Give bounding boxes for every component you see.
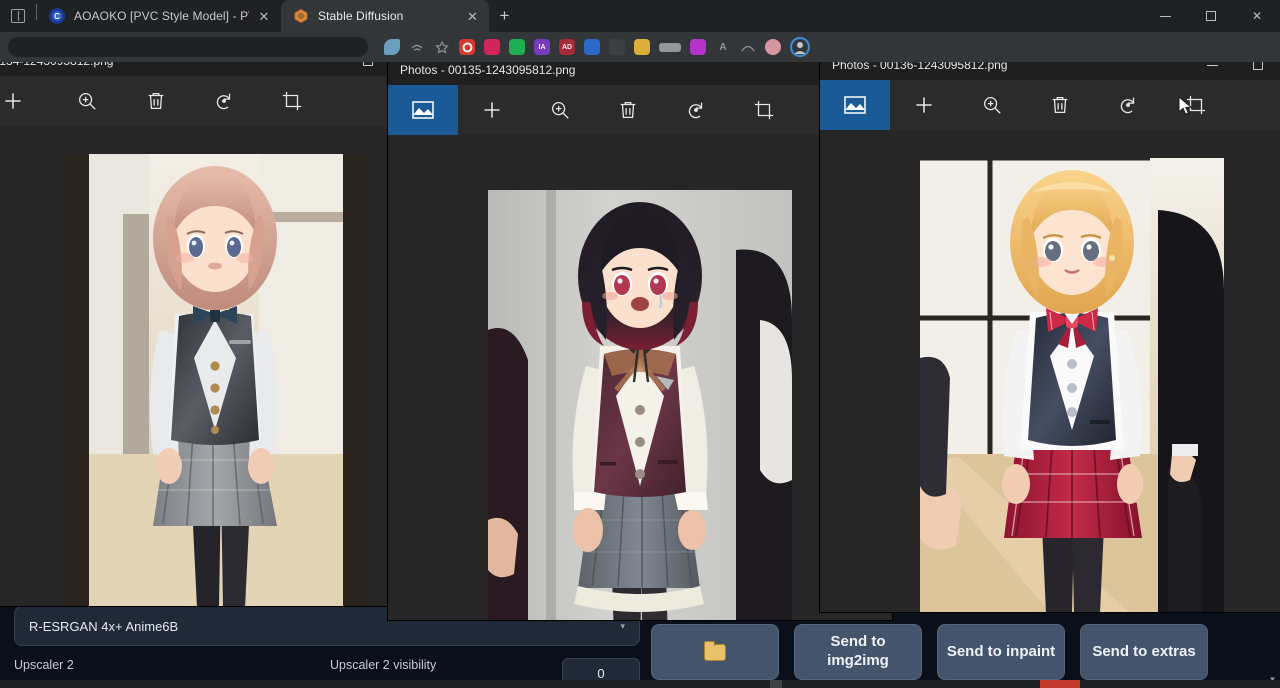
- folder-icon: [704, 644, 726, 661]
- extension-grey-icon[interactable]: [659, 43, 681, 52]
- send-to-extras-button[interactable]: Send to extras: [1080, 624, 1208, 680]
- zoom-in-icon[interactable]: [958, 80, 1026, 130]
- address-bar[interactable]: [8, 37, 368, 57]
- browser-window-controls: ✕: [1142, 0, 1280, 32]
- tab-aoaoko-label: AOAOKO [PVC Style Model] - PV: [74, 9, 249, 23]
- photos-window-1-toolbar: [0, 76, 390, 126]
- rotate-icon[interactable]: [190, 76, 258, 126]
- anime-girl-blonde-hair-image: [920, 158, 1224, 612]
- extension-blue-icon[interactable]: [584, 39, 600, 55]
- extension-crimson-icon[interactable]: AD: [559, 39, 575, 55]
- delete-icon[interactable]: [122, 76, 190, 126]
- image-collection-icon[interactable]: [820, 80, 890, 130]
- crop-icon[interactable]: [1162, 80, 1230, 130]
- delete-icon[interactable]: [594, 85, 662, 135]
- browser-chrome: C AOAOKO [PVC Style Model] - PV ✕ Stable…: [0, 0, 1280, 62]
- photos-window-3[interactable]: Photos - 00136-1243095812.png: [820, 50, 1280, 612]
- extension-red-circle-icon[interactable]: [459, 39, 475, 55]
- crop-icon[interactable]: [730, 85, 798, 135]
- tab-search-icon[interactable]: [0, 0, 36, 32]
- browser-toolbar: IA AD A: [0, 32, 1280, 62]
- extension-a-icon[interactable]: A: [715, 39, 731, 55]
- upscaler1-value: R-ESRGAN 4x+ Anime6B: [29, 619, 178, 634]
- photos-window-2-title: Photos - 00135-1243095812.png: [400, 63, 575, 77]
- add-icon[interactable]: [890, 80, 958, 130]
- add-icon[interactable]: [0, 76, 52, 126]
- rotate-icon[interactable]: [662, 85, 730, 135]
- copilot-favicon: C: [49, 8, 65, 24]
- browser-close-button[interactable]: ✕: [1234, 0, 1280, 32]
- anime-girl-black-hair-image: [488, 190, 792, 620]
- browser-minimize-button[interactable]: [1142, 0, 1188, 32]
- extensions-row: IA AD A: [384, 37, 810, 57]
- mouse-cursor-icon: [1178, 96, 1196, 116]
- tab-stable-diffusion[interactable]: Stable Diffusion ✕: [281, 0, 489, 32]
- extension-magenta-icon[interactable]: [690, 39, 706, 55]
- zoom-in-icon[interactable]: [526, 85, 594, 135]
- send-to-inpaint-button[interactable]: Send to inpaint: [937, 624, 1065, 680]
- extension-arc-icon[interactable]: [740, 39, 756, 55]
- taskbar-show-hidden-icon[interactable]: [770, 680, 782, 688]
- gradio-favicon: [293, 8, 309, 24]
- upscaler2-label: Upscaler 2: [14, 658, 330, 672]
- tab-close-icon[interactable]: ✕: [255, 7, 273, 25]
- zoom-in-icon[interactable]: [52, 76, 122, 126]
- anime-girl-pink-hair-image: [63, 154, 369, 606]
- tab-aoaoko[interactable]: C AOAOKO [PVC Style Model] - PV ✕: [37, 0, 281, 32]
- photos-window-3-canvas: [820, 130, 1280, 612]
- send-to-img2img-button[interactable]: Send to img2img: [794, 624, 922, 680]
- profile-avatar-icon[interactable]: [790, 37, 810, 57]
- extension-dark-icon[interactable]: [609, 39, 625, 55]
- photos-window-1[interactable]: 00134-1243095812.png: [0, 46, 390, 606]
- send-to-buttons-row: Send to img2img Send to inpaint Send to …: [651, 624, 1208, 680]
- add-icon[interactable]: [458, 85, 526, 135]
- image-collection-icon[interactable]: [388, 85, 458, 135]
- tabstrip: C AOAOKO [PVC Style Model] - PV ✕ Stable…: [0, 0, 1280, 32]
- screen: Upscaler 1 R-ESRGAN 4x+ Anime6B ▾ Upscal…: [0, 0, 1280, 688]
- open-folder-button[interactable]: [651, 624, 779, 680]
- extension-yellow-icon[interactable]: [634, 39, 650, 55]
- extension-pig-icon[interactable]: [765, 39, 781, 55]
- photos-window-1-canvas: [0, 126, 390, 606]
- extension-star-icon[interactable]: [434, 39, 450, 55]
- photos-window-2-toolbar: [388, 85, 892, 135]
- extension-pink-icon[interactable]: [484, 39, 500, 55]
- tab-stable-diffusion-label: Stable Diffusion: [318, 9, 403, 23]
- new-tab-button[interactable]: +: [489, 2, 519, 30]
- tab-close-icon[interactable]: ✕: [463, 7, 481, 25]
- extension-purple-icon[interactable]: IA: [534, 39, 550, 55]
- extension-pocket-icon[interactable]: [384, 39, 400, 55]
- photos-window-2-canvas: [388, 135, 892, 620]
- rotate-icon[interactable]: [1094, 80, 1162, 130]
- chevron-down-icon: ▾: [620, 621, 625, 632]
- photos-window-2[interactable]: Photos - 00135-1243095812.png: [388, 55, 892, 620]
- photos-window-3-toolbar: [820, 80, 1280, 130]
- browser-restore-button[interactable]: [1188, 0, 1234, 32]
- upscaler2-visibility-label: Upscaler 2 visibility: [330, 658, 562, 672]
- extension-green-icon[interactable]: [509, 39, 525, 55]
- windows-taskbar: [0, 680, 1280, 688]
- delete-icon[interactable]: [1026, 80, 1094, 130]
- extension-wifi-icon[interactable]: [409, 39, 425, 55]
- crop-icon[interactable]: [258, 76, 326, 126]
- taskbar-app-icon[interactable]: [1040, 680, 1080, 688]
